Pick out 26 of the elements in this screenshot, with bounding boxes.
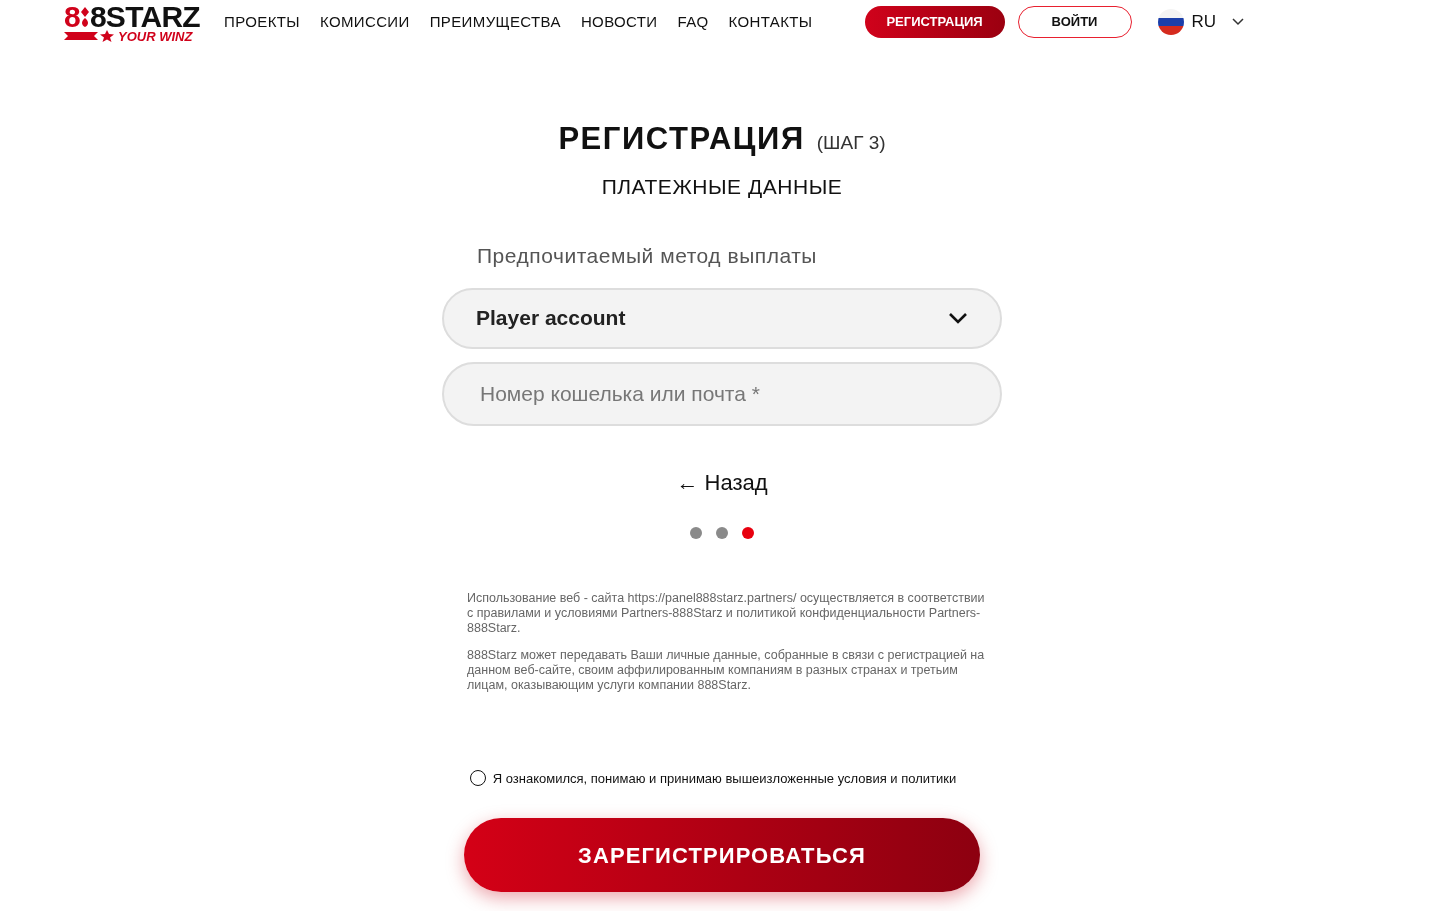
nav-link[interactable]: ПРОЕКТЫ xyxy=(224,10,300,34)
back-link[interactable]: ← Назад xyxy=(676,465,768,499)
nav-link[interactable]: КОНТАКТЫ xyxy=(728,10,813,34)
payout-select[interactable]: Player account xyxy=(442,287,1002,349)
step-label: (ШАГ 3) xyxy=(816,131,886,155)
submit-button[interactable]: ЗАРЕГИСТРИРОВАТЬСЯ xyxy=(464,818,980,892)
nav-link[interactable]: ПРЕИМУЩЕСТВА xyxy=(429,10,561,34)
legal-text: Использование веб - сайта https://panel888starz.partners/ осуществляется в соответствии с правилами и условиями Partners-888Starz и политикой конфиденциальности Partners-888Starz. xyxy=(467,590,986,636)
logo-text: 8 xyxy=(64,1,80,32)
russian-flag-icon xyxy=(1157,9,1184,35)
nav-link[interactable]: НОВОСТИ xyxy=(580,10,658,34)
consent-checkbox[interactable]: Я ознакомился, понимаю и принимаю вышеизложенные условия и политики xyxy=(469,768,957,788)
section-subtitle: ПЛАТЕЖНЫЕ ДАННЫЕ xyxy=(601,173,843,200)
nav-link[interactable]: FAQ xyxy=(677,10,709,34)
chevron-down-icon xyxy=(1232,18,1245,26)
wallet-input-field[interactable]: Номер кошелька или почта * xyxy=(442,361,1002,426)
star-ribbon-icon xyxy=(64,30,114,42)
register-button[interactable]: РЕГИСТРАЦИЯ xyxy=(864,6,1005,38)
language-selector[interactable]: RU xyxy=(1157,9,1245,35)
page-title: РЕГИСТРАЦИЯ xyxy=(558,120,805,158)
logo-tagline: YOUR WINZ xyxy=(118,29,193,43)
legal-text: 888Starz может передавать Ваши личные данные, собранные в связи с регистрацией на данном веб-сайте, своим аффилированным компаниям в разных странах и третьим лицам, оказывающим услуги компании 888Starz. xyxy=(467,647,986,693)
logo-text: 8STARZ xyxy=(89,1,200,32)
chevron-down-icon xyxy=(948,312,968,324)
nav-link[interactable]: КОМИССИИ xyxy=(319,10,410,34)
field-label: Предпочитаемый метод выплаты xyxy=(477,243,818,269)
